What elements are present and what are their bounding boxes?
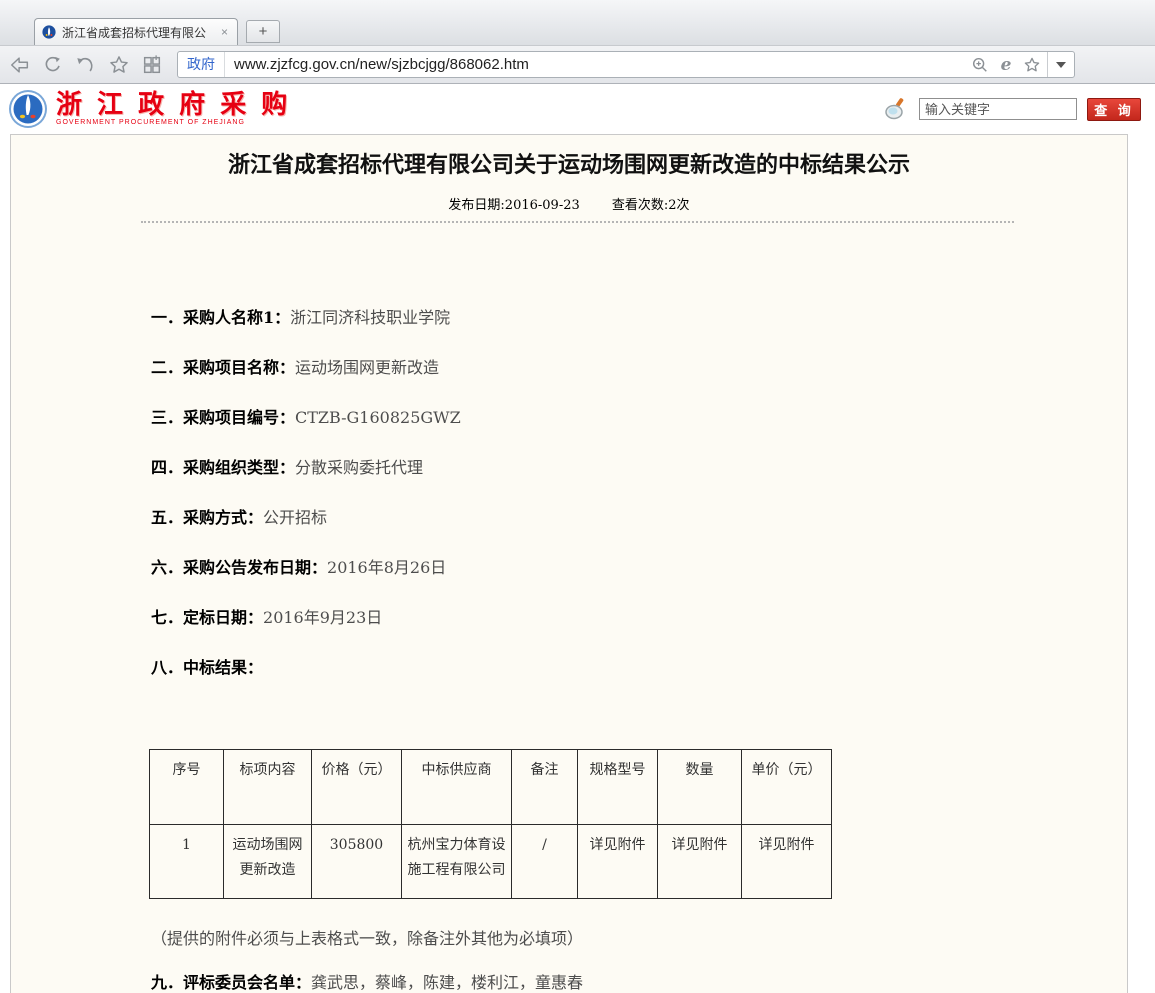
article-content: 浙江省成套招标代理有限公司关于运动场围网更新改造的中标结果公示 发布日期:201…: [10, 134, 1128, 993]
col-header: 备注: [512, 750, 578, 825]
item-org-type: 四．采购组织类型：分散采购委托代理: [151, 457, 1007, 478]
new-tab-button[interactable]: +: [246, 20, 280, 43]
attachment-note: （提供的附件必须与上表格式一致，除备注外其他为必填项）: [151, 925, 1007, 949]
site-favicon-icon: [42, 25, 56, 39]
article-body: 一．采购人名称1：浙江同济科技职业学院 二．采购项目名称：运动场围网更新改造 三…: [11, 307, 1127, 993]
item-committee: 九．评标委员会名单：龚武思，蔡峰，陈建，楼利江，童惠春: [151, 969, 1007, 993]
col-header: 中标供应商: [402, 750, 512, 825]
table-header-row: 序号 标项内容 价格（元） 中标供应商 备注 规格型号 数量 单价（元）: [150, 750, 832, 825]
back-icon[interactable]: [8, 53, 32, 77]
browser-toolbar: 政府 www.zjzfcg.gov.cn/new/sjzbcjgg/868062…: [0, 46, 1155, 84]
cell-remark: /: [512, 825, 578, 899]
cell-supplier: 杭州宝力体育设施工程有限公司: [402, 825, 512, 899]
search-input[interactable]: [919, 98, 1077, 120]
tab-close-icon[interactable]: ×: [219, 25, 230, 39]
cell-item: 运动场围网更新改造: [224, 825, 312, 899]
browser-tab[interactable]: 浙江省成套招标代理有限公 ×: [34, 18, 238, 45]
site-logo[interactable]: 浙 江 政 府 采 购 GOVERNMENT PROCUREMENT OF ZH…: [8, 89, 290, 129]
undo-icon[interactable]: [74, 53, 98, 77]
favorite-star-icon[interactable]: [1021, 54, 1043, 76]
cell-unit-price: 详见附件: [742, 825, 832, 899]
logo-subtitle: GOVERNMENT PROCUREMENT OF ZHEJIANG: [56, 119, 290, 126]
col-header: 价格（元）: [312, 750, 402, 825]
search-magnifier-icon: [883, 96, 909, 122]
header-search: 查 询: [883, 96, 1141, 122]
search-button[interactable]: 查 询: [1087, 98, 1141, 121]
apps-grid-icon[interactable]: [140, 53, 164, 77]
publish-date: 发布日期:2016-09-23: [448, 198, 579, 213]
cell-spec: 详见附件: [578, 825, 658, 899]
view-count: 查看次数:2次: [612, 198, 690, 213]
item-purchaser: 一．采购人名称1：浙江同济科技职业学院: [151, 307, 1007, 328]
browser-titlebar: 浙江省成套招标代理有限公 × +: [0, 0, 1155, 46]
col-header: 规格型号: [578, 750, 658, 825]
site-header: 浙 江 政 府 采 购 GOVERNMENT PROCUREMENT OF ZH…: [0, 84, 1155, 134]
site-type-badge: 政府: [178, 52, 225, 77]
item-project-name: 二．采购项目名称：运动场围网更新改造: [151, 357, 1007, 378]
item-method: 五．采购方式：公开招标: [151, 507, 1007, 528]
cell-price: 305800: [312, 825, 402, 899]
col-header: 序号: [150, 750, 224, 825]
article-meta: 发布日期:2016-09-23 查看次数:2次: [11, 194, 1127, 213]
address-bar[interactable]: 政府 www.zjzfcg.gov.cn/new/sjzbcjgg/868062…: [177, 51, 1075, 78]
item-project-number: 三．采购项目编号：CTZB-G160825GWZ: [151, 407, 1007, 428]
cell-qty: 详见附件: [658, 825, 742, 899]
col-header: 单价（元）: [742, 750, 832, 825]
ie-compat-icon[interactable]: e: [995, 54, 1017, 76]
col-header: 数量: [658, 750, 742, 825]
result-table: 序号 标项内容 价格（元） 中标供应商 备注 规格型号 数量 单价（元） 1 运…: [149, 749, 832, 899]
logo-emblem-icon: [8, 89, 48, 129]
cell-seq: 1: [150, 825, 224, 899]
page-title: 浙江省成套招标代理有限公司关于运动场围网更新改造的中标结果公示: [11, 135, 1127, 178]
bookmark-star-icon[interactable]: [107, 53, 131, 77]
zoom-page-icon[interactable]: [969, 54, 991, 76]
col-header: 标项内容: [224, 750, 312, 825]
refresh-icon[interactable]: [41, 53, 65, 77]
dotted-separator: [141, 221, 1014, 223]
logo-title: 浙 江 政 府 采 购: [56, 92, 290, 118]
tab-title: 浙江省成套招标代理有限公: [62, 24, 213, 41]
item-announce-date: 六．采购公告发布日期：2016年8月26日: [151, 557, 1007, 578]
chevron-down-icon: [1056, 62, 1066, 68]
table-row: 1 运动场围网更新改造 305800 杭州宝力体育设施工程有限公司 / 详见附件…: [150, 825, 832, 899]
url-dropdown-button[interactable]: [1047, 52, 1074, 77]
url-text[interactable]: www.zjzfcg.gov.cn/new/sjzbcjgg/868062.ht…: [225, 56, 969, 73]
item-result-heading: 八．中标结果：: [151, 657, 1007, 678]
item-award-date: 七．定标日期：2016年9月23日: [151, 607, 1007, 628]
